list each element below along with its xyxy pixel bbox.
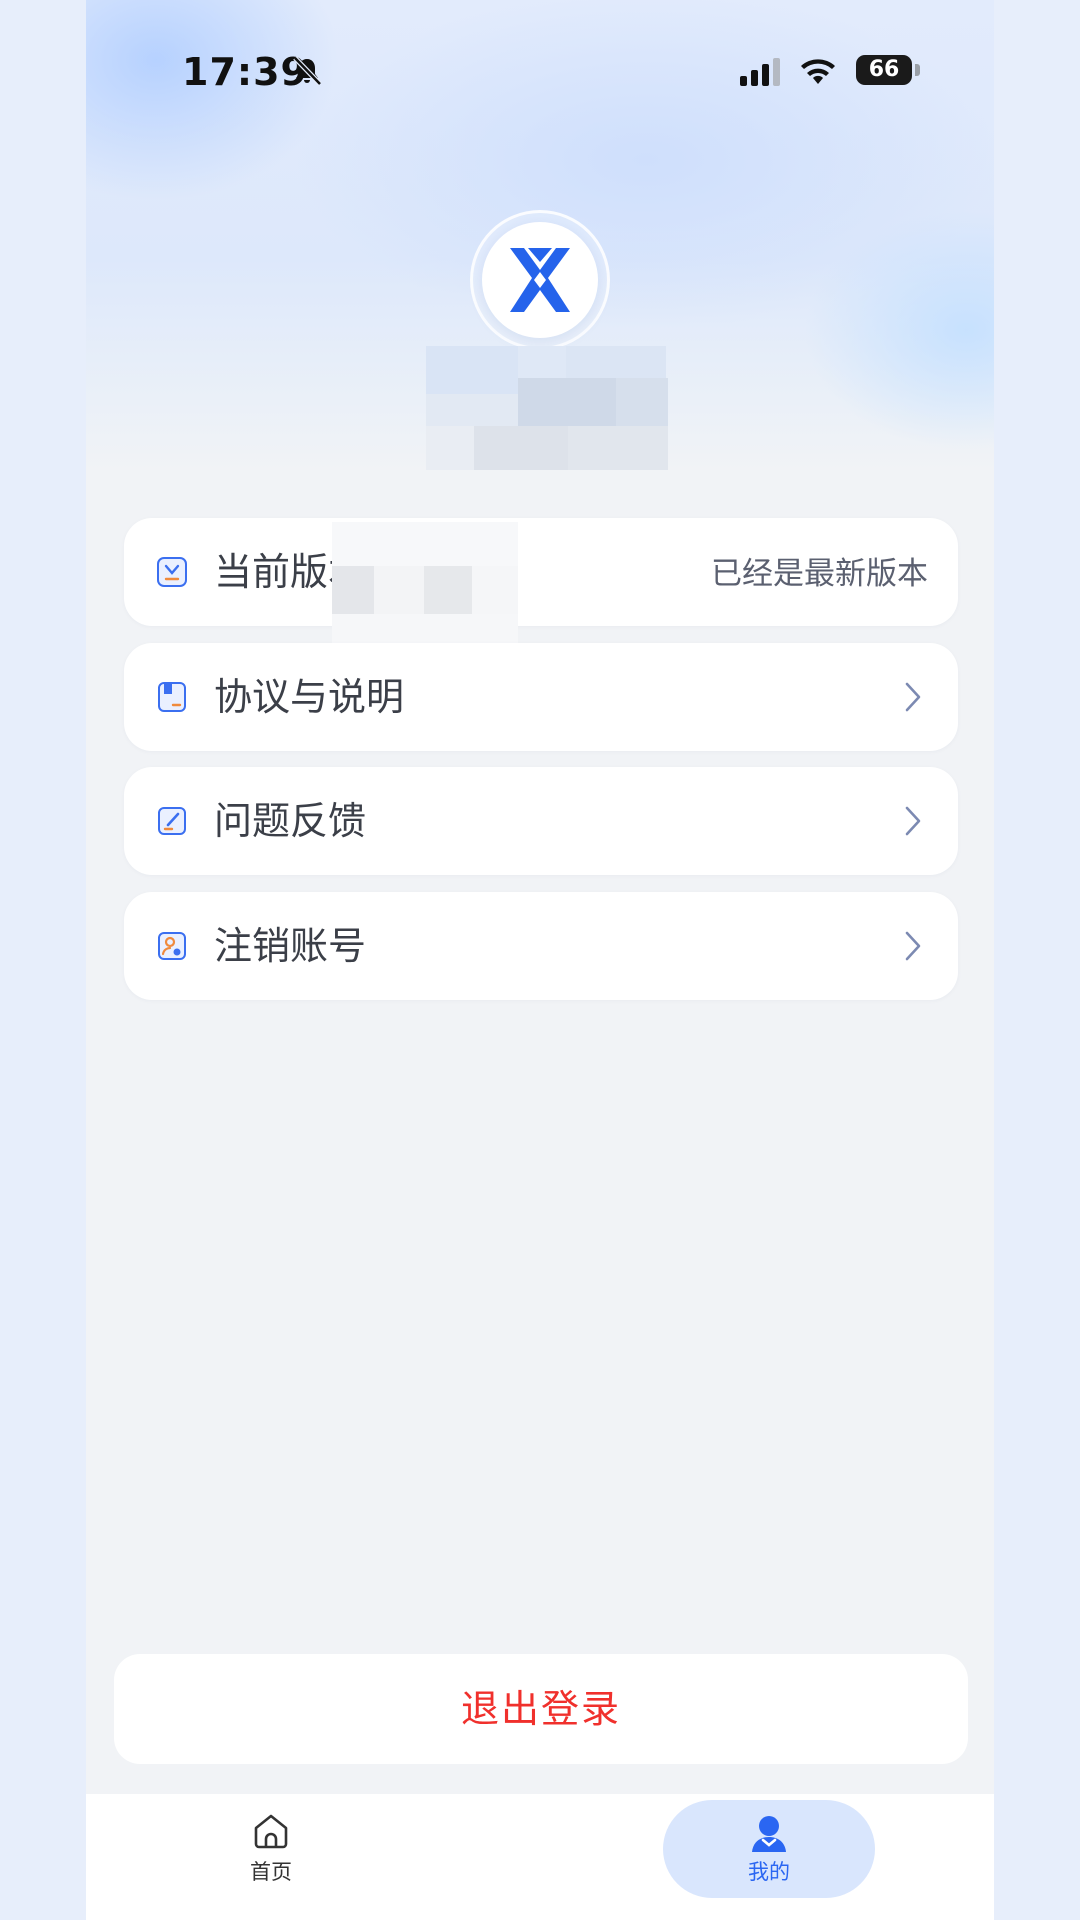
screen: 17:39 66 当前版本 已经是最新版本 协议与说明 问题反馈 注销账号 退出… xyxy=(0,0,1080,1920)
wifi-icon xyxy=(801,59,835,84)
chevron-right-icon xyxy=(905,682,921,712)
edit-note-icon xyxy=(158,807,186,835)
menu-item-current-version[interactable]: 当前版本 已经是最新版本 xyxy=(124,518,958,626)
chevron-right-icon xyxy=(905,931,921,961)
tab-label: 我的 xyxy=(748,1860,790,1884)
battery-cap xyxy=(915,64,920,76)
menu-item-label: 协议与说明 xyxy=(214,675,405,719)
app-logo-icon xyxy=(510,248,570,312)
version-status: 已经是最新版本 xyxy=(711,556,928,592)
menu-item-delete-account[interactable]: 注销账号 xyxy=(124,892,958,1000)
home-icon xyxy=(254,1814,288,1849)
cellular-signal-icon xyxy=(740,58,780,86)
logout-button[interactable]: 退出登录 xyxy=(114,1654,968,1764)
bell-muted-icon xyxy=(293,56,322,86)
menu-item-label: 注销账号 xyxy=(214,924,367,968)
menu-item-agreements[interactable]: 协议与说明 xyxy=(124,643,958,751)
menu-item-label: 问题反馈 xyxy=(214,799,367,843)
battery-indicator: 66 xyxy=(856,55,912,85)
status-bar: 17:39 66 xyxy=(86,0,994,140)
bottom-tab-bar: 首页 我的 xyxy=(86,1794,994,1920)
user-badge-icon xyxy=(158,932,186,960)
download-box-icon xyxy=(157,557,187,587)
chevron-right-icon xyxy=(905,806,921,836)
tab-label: 首页 xyxy=(250,1860,292,1884)
app-window: 17:39 66 当前版本 已经是最新版本 协议与说明 问题反馈 注销账号 退出… xyxy=(86,0,994,1920)
tab-home[interactable]: 首页 xyxy=(216,1810,326,1906)
profile-icon xyxy=(752,1816,786,1852)
app-logo-avatar[interactable] xyxy=(482,222,598,338)
tab-mine[interactable]: 我的 xyxy=(663,1800,875,1898)
menu-item-feedback[interactable]: 问题反馈 xyxy=(124,767,958,875)
document-icon xyxy=(158,682,186,712)
